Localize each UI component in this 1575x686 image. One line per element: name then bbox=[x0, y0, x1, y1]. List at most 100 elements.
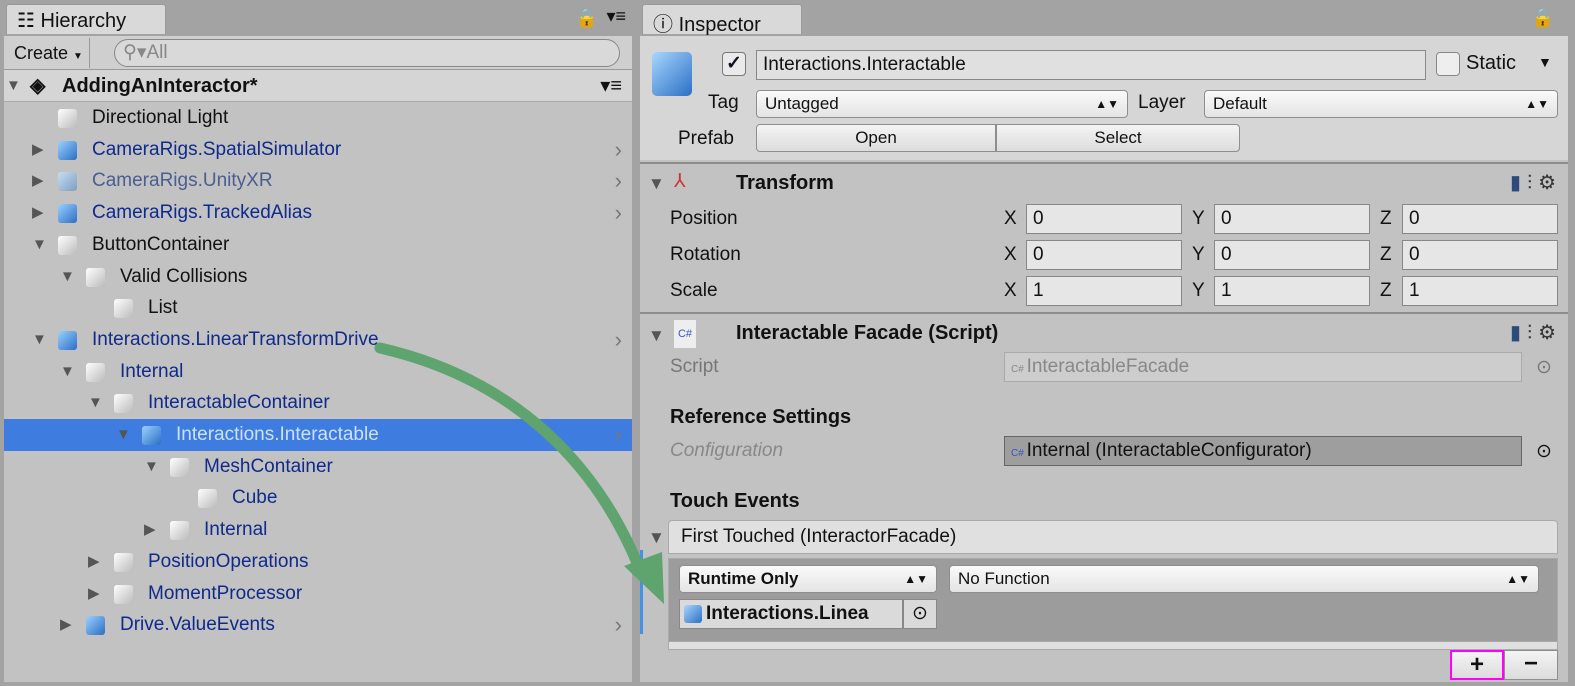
hierarchy-item[interactable]: ▼ Valid Collisions bbox=[4, 261, 632, 293]
expanded-triangle-icon[interactable]: ▼ bbox=[648, 326, 665, 346]
active-checkbox[interactable]: ✓ bbox=[722, 52, 746, 76]
chevron-right-icon[interactable]: › bbox=[615, 165, 622, 197]
collapsed-triangle-icon[interactable]: ▶ bbox=[32, 134, 44, 166]
axis-label: Z bbox=[1380, 244, 1392, 265]
z-input[interactable]: 0 bbox=[1402, 240, 1558, 270]
tab-hierarchy[interactable]: ☷ Hierarchy bbox=[6, 4, 166, 34]
hierarchy-item[interactable]: ▼ InteractableContainer bbox=[4, 387, 632, 419]
hierarchy-item[interactable]: ▼ Internal bbox=[4, 356, 632, 388]
hierarchy-item[interactable]: ▶ Drive.ValueEvents › bbox=[4, 609, 632, 641]
add-listener-button[interactable]: + bbox=[1450, 650, 1504, 680]
expanded-triangle-icon[interactable]: ▼ bbox=[32, 229, 47, 261]
hierarchy-item[interactable]: ▶ CameraRigs.SpatialSimulator › bbox=[4, 134, 632, 166]
inspector-panel: ⓘ Inspector 🔒 ✓ Interactions.Interactabl… bbox=[640, 4, 1568, 682]
hierarchy-panel: ☷ Hierarchy 🔒 ▾≡ Create ▼ ⚲▾All ▼ ◈ Addi… bbox=[4, 4, 632, 682]
expanded-triangle-icon[interactable]: ▼ bbox=[648, 174, 665, 194]
hierarchy-item[interactable]: ▶ Internal bbox=[4, 514, 632, 546]
collapsed-triangle-icon[interactable]: ▶ bbox=[88, 546, 100, 578]
gameobject-cube-icon bbox=[114, 552, 133, 572]
z-input[interactable]: 1 bbox=[1402, 276, 1558, 306]
object-cube-icon[interactable] bbox=[652, 52, 692, 96]
hierarchy-item-label: Cube bbox=[232, 487, 278, 509]
csharp-script-icon: C# bbox=[674, 320, 696, 348]
hierarchy-item[interactable]: ▶ CameraRigs.UnityXR › bbox=[4, 165, 632, 197]
object-name-input[interactable]: Interactions.Interactable bbox=[756, 50, 1426, 80]
static-dropdown-icon[interactable]: ▼ bbox=[1538, 54, 1552, 70]
object-picker-icon[interactable]: ⊙ bbox=[1536, 356, 1552, 379]
help-book-icon[interactable]: ▮ bbox=[1510, 322, 1527, 344]
expanded-triangle-icon[interactable]: ▼ bbox=[60, 261, 75, 293]
layer-dropdown[interactable]: Default ▲▼ bbox=[1204, 90, 1558, 118]
scene-menu-icon[interactable]: ▾≡ bbox=[600, 70, 622, 102]
create-button[interactable]: Create ▼ bbox=[8, 38, 90, 68]
expanded-triangle-icon[interactable]: ▼ bbox=[60, 356, 75, 388]
gear-icon[interactable]: ⚙ bbox=[1538, 172, 1562, 194]
x-input[interactable]: 0 bbox=[1026, 204, 1182, 234]
static-checkbox[interactable] bbox=[1436, 52, 1460, 76]
lock-icon[interactable]: 🔒 bbox=[576, 8, 598, 29]
function-dropdown[interactable]: No Function ▲▼ bbox=[949, 565, 1539, 593]
chevron-right-icon[interactable]: › bbox=[615, 134, 622, 166]
unity-logo-icon: ◈ bbox=[30, 75, 46, 97]
collapsed-triangle-icon[interactable]: ▶ bbox=[32, 165, 44, 197]
target-object-field[interactable]: Interactions.Linea bbox=[679, 599, 903, 629]
axis-label: Y bbox=[1192, 244, 1205, 265]
component-header-icons[interactable]: ▮⫶⚙ bbox=[1510, 170, 1562, 195]
expanded-triangle-icon[interactable]: ▼ bbox=[144, 451, 159, 483]
chevron-right-icon[interactable]: › bbox=[615, 419, 622, 451]
event-list-footer bbox=[668, 642, 1558, 650]
collapsed-triangle-icon[interactable]: ▶ bbox=[60, 609, 72, 641]
object-picker-icon[interactable]: ⊙ bbox=[1536, 440, 1552, 463]
hierarchy-item[interactable]: List bbox=[4, 292, 632, 324]
y-input[interactable]: 0 bbox=[1214, 204, 1370, 234]
expanded-triangle-icon[interactable]: ▼ bbox=[116, 419, 131, 451]
y-input[interactable]: 0 bbox=[1214, 240, 1370, 270]
chevron-right-icon[interactable]: › bbox=[615, 324, 622, 356]
hierarchy-item[interactable]: Cube bbox=[4, 482, 632, 514]
help-book-icon[interactable]: ▮ bbox=[1510, 172, 1527, 194]
expanded-triangle-icon[interactable]: ▼ bbox=[648, 528, 665, 548]
prefab-open-button[interactable]: Open bbox=[756, 124, 996, 152]
hierarchy-item-label: Interactions.Interactable bbox=[176, 424, 379, 445]
x-input[interactable]: 1 bbox=[1026, 276, 1182, 306]
remove-listener-button[interactable]: − bbox=[1504, 650, 1558, 680]
hierarchy-item[interactable]: ▼ MeshContainer bbox=[4, 451, 632, 483]
collapsed-triangle-icon[interactable]: ▶ bbox=[32, 197, 44, 229]
gameobject-cube-icon bbox=[58, 172, 77, 192]
prefab-select-button[interactable]: Select bbox=[996, 124, 1240, 152]
hierarchy-item[interactable]: ▼ ButtonContainer bbox=[4, 229, 632, 261]
expanded-triangle-icon[interactable]: ▼ bbox=[6, 70, 21, 102]
z-input[interactable]: 0 bbox=[1402, 204, 1558, 234]
chevron-right-icon[interactable]: › bbox=[615, 609, 622, 641]
chevron-right-icon[interactable]: › bbox=[615, 197, 622, 229]
collapsed-triangle-icon[interactable]: ▶ bbox=[88, 578, 100, 610]
hierarchy-item[interactable]: ▶ MomentProcessor bbox=[4, 578, 632, 610]
component-header-icons[interactable]: ▮⫶⚙ bbox=[1510, 320, 1562, 345]
tab-inspector[interactable]: ⓘ Inspector bbox=[642, 4, 802, 36]
hierarchy-item[interactable]: ▶ PositionOperations bbox=[4, 546, 632, 578]
cube-icon bbox=[684, 605, 702, 623]
expanded-triangle-icon[interactable]: ▼ bbox=[32, 324, 47, 356]
tag-dropdown[interactable]: Untagged ▲▼ bbox=[756, 90, 1128, 118]
runtime-mode-dropdown[interactable]: Runtime Only ▲▼ bbox=[679, 565, 937, 593]
hierarchy-item[interactable]: ▶ CameraRigs.TrackedAlias › bbox=[4, 197, 632, 229]
object-picker-icon[interactable]: ⊙ bbox=[903, 599, 937, 629]
gameobject-cube-icon bbox=[58, 330, 77, 350]
scene-header[interactable]: ▼ ◈ AddingAnInteractor* ▾≡ bbox=[4, 70, 632, 102]
y-input[interactable]: 1 bbox=[1214, 276, 1370, 306]
collapsed-triangle-icon[interactable]: ▶ bbox=[144, 514, 156, 546]
hierarchy-item-label: MeshContainer bbox=[204, 455, 333, 477]
configuration-field[interactable]: C# Internal (InteractableConfigurator) bbox=[1004, 436, 1522, 466]
menu-icon[interactable]: ▾≡ bbox=[606, 6, 626, 27]
hierarchy-item[interactable]: ▼ Interactions.LinearTransformDrive › bbox=[4, 324, 632, 356]
search-input[interactable]: ⚲▾All bbox=[114, 39, 620, 67]
gameobject-cube-icon bbox=[170, 457, 189, 477]
gear-icon[interactable]: ⚙ bbox=[1538, 322, 1562, 344]
hierarchy-item[interactable]: Directional Light bbox=[4, 102, 632, 134]
hierarchy-item[interactable]: ▼ Interactions.Interactable › bbox=[4, 419, 632, 451]
lock-icon[interactable]: 🔒 bbox=[1532, 8, 1554, 29]
presets-icon[interactable]: ⫶ bbox=[1527, 172, 1538, 194]
expanded-triangle-icon[interactable]: ▼ bbox=[88, 387, 103, 419]
presets-icon[interactable]: ⫶ bbox=[1527, 322, 1538, 344]
x-input[interactable]: 0 bbox=[1026, 240, 1182, 270]
